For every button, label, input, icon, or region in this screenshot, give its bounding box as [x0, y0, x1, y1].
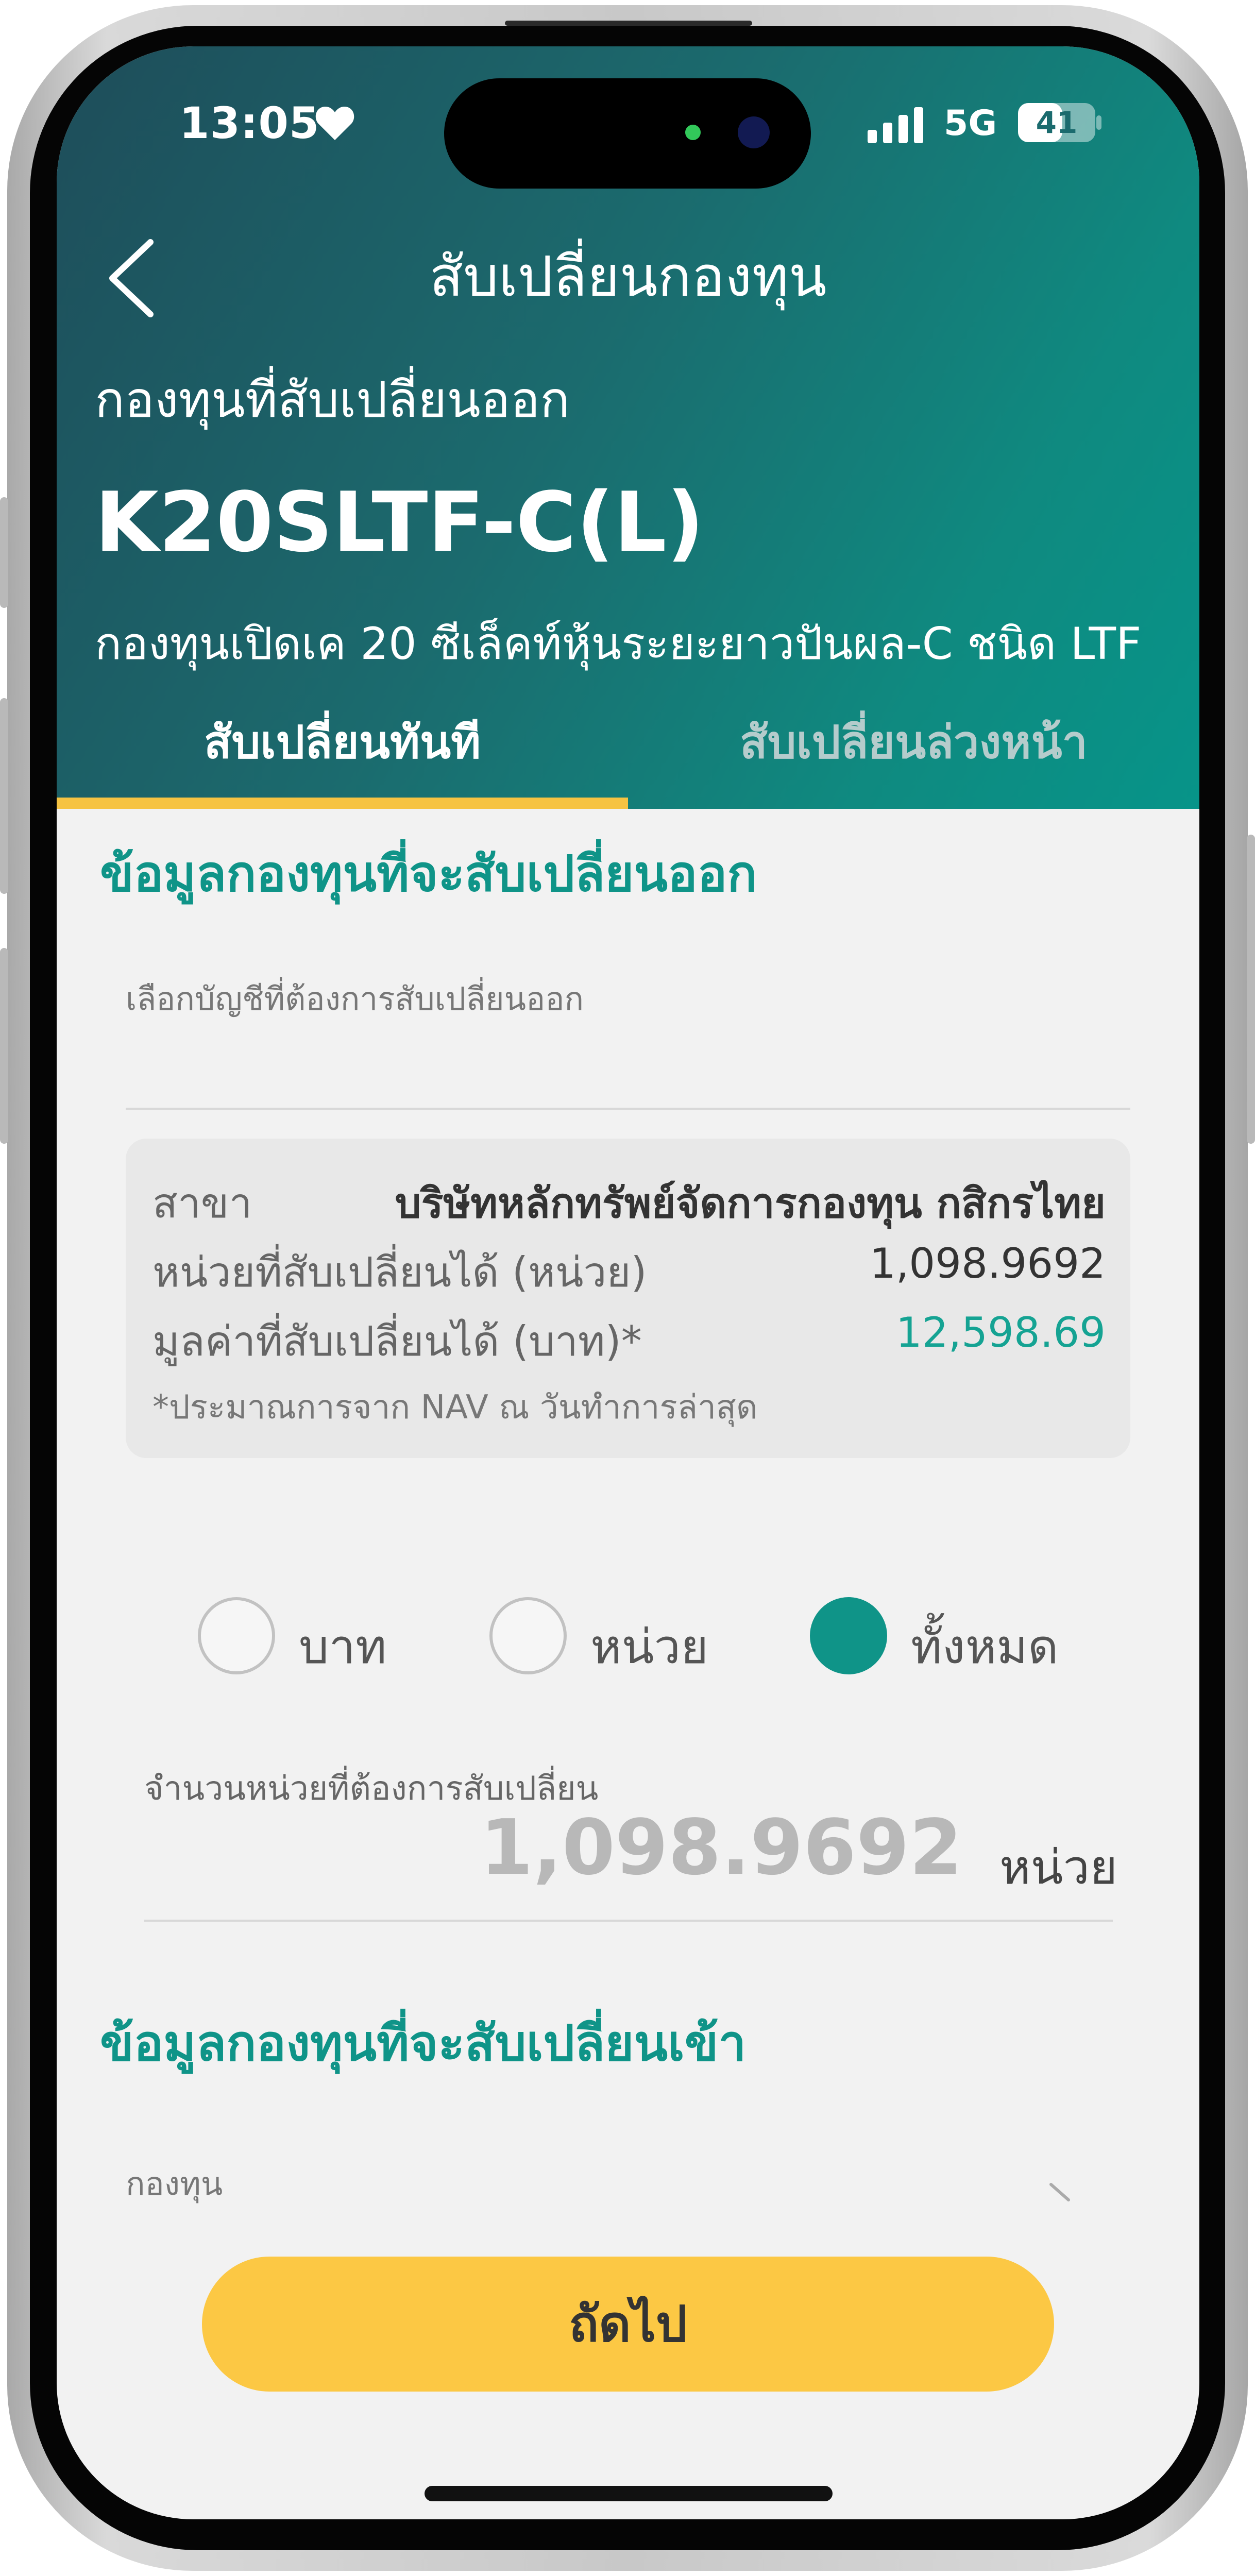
fund-name: กองทุนเปิดเค 20 ซีเล็คท์หุ้นระยะยาวปันผล… [95, 618, 1142, 670]
switch-out-heading: ข้อมูลกองทุนที่จะสับเปลี่ยนออก [100, 845, 757, 903]
units-label: หน่วยที่สับเปลี่ยนได้ (หน่วย) [152, 1248, 647, 1296]
header: 13:05 5G 41 สับเปลี่ยนกองทุน กองทุนที่สั… [57, 46, 1199, 809]
tab-switch-advance[interactable]: สับเปลี่ยนล่วงหน้า [628, 706, 1199, 778]
option-unit-label: หน่วย [590, 1619, 709, 1674]
fund-info-box: สาขา บริษัทหลักทรัพย์จัดการกองทุน กสิกรไ… [126, 1139, 1130, 1458]
switch-in-heading: ข้อมูลกองทุนที่จะสับเปลี่ยนเข้า [100, 2014, 747, 2072]
status-time: 13:05 [179, 98, 320, 148]
amount-value: 12,598.69 [895, 1309, 1106, 1357]
power-button [1247, 835, 1255, 1144]
amount-label: มูลค่าที่สับเปลี่ยนได้ (บาท)* [152, 1317, 642, 1365]
branch-value: บริษัทหลักทรัพย์จัดการกองทุน กสิกรไทย [395, 1179, 1106, 1227]
account-select-label: เลือกบัญชีที่ต้องการสับเปลี่ยนออก [126, 980, 584, 1018]
active-tab-indicator [57, 798, 628, 809]
page-title: สับเปลี่ยนกองทุน [429, 245, 827, 309]
chevron-down-icon[interactable] [1046, 2179, 1077, 2210]
amount-input[interactable]: 1,098.9692 [480, 1803, 962, 1892]
units-value: 1,098.9692 [869, 1240, 1106, 1287]
amount-underline [144, 1920, 1113, 1922]
branch-label: สาขา [152, 1179, 252, 1227]
network-label: 5G [944, 103, 997, 144]
radio-baht[interactable] [198, 1597, 275, 1674]
fund-code: K20SLTF-C(L) [95, 474, 704, 570]
heart-icon [315, 106, 354, 140]
option-baht-label: บาท [299, 1619, 387, 1674]
indicator-dot [685, 125, 701, 140]
home-indicator[interactable] [425, 2486, 833, 2501]
account-select-field[interactable] [126, 1108, 1130, 1110]
speaker-slit [505, 21, 752, 26]
radio-unit[interactable] [489, 1597, 567, 1674]
next-button[interactable]: ถัดไป [202, 2257, 1054, 2392]
battery-level: 41 [1036, 105, 1078, 140]
amount-unit: หน่วย [999, 1840, 1118, 1895]
fund-select-label: กองทุน [126, 2165, 223, 2202]
camera-lens [738, 116, 770, 148]
radio-all-selected[interactable] [810, 1597, 887, 1674]
nav-note: *ประมาณการจาก NAV ณ วันทำการล่าสุด [152, 1388, 758, 1427]
switch-out-label: กองทุนที่สับเปลี่ยนออก [95, 371, 570, 429]
option-all-label: ทั้งหมด [911, 1619, 1059, 1674]
tab-switch-now[interactable]: สับเปลี่ยนทันที [57, 706, 628, 778]
signal-icon [868, 107, 923, 143]
app-screen: 13:05 5G 41 สับเปลี่ยนกองทุน กองทุนที่สั… [57, 46, 1199, 2519]
